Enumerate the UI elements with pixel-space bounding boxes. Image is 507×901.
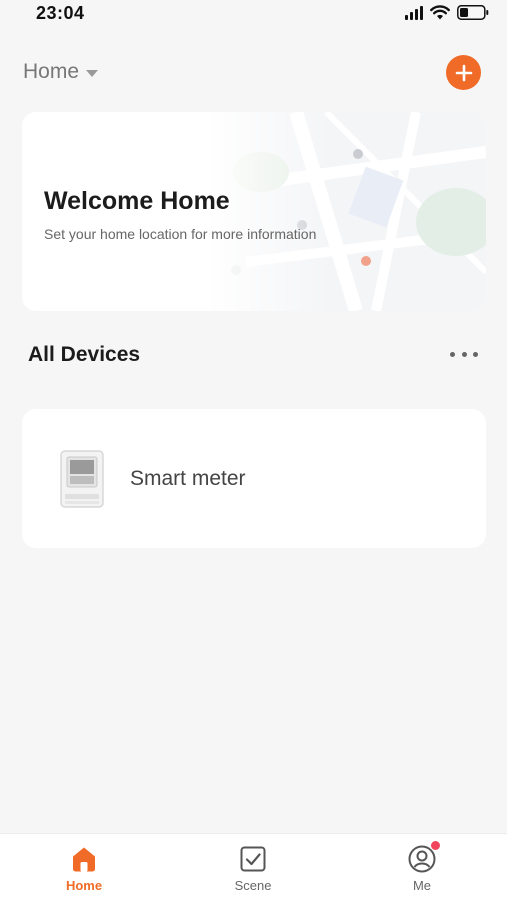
bottom-tab-bar: Home Scene Me [0, 833, 507, 901]
header: Home [0, 52, 507, 96]
smart-meter-icon [60, 450, 104, 508]
welcome-title: Welcome Home [44, 187, 230, 215]
status-icons [405, 5, 489, 20]
home-selector[interactable]: Home [23, 60, 99, 84]
signal-icon [405, 5, 423, 20]
profile-icon [407, 841, 440, 874]
status-bar: 23:04 [0, 0, 507, 32]
add-device-button[interactable] [446, 55, 481, 90]
plus-icon [455, 64, 472, 81]
status-time: 23:04 [36, 3, 85, 23]
tab-me[interactable]: Me [382, 841, 462, 893]
device-name: Smart meter [130, 467, 246, 490]
caret-down-icon [86, 69, 99, 77]
tab-home-label: Home [65, 878, 103, 893]
home-selector-label: Home [23, 60, 80, 83]
battery-icon [457, 5, 489, 20]
more-dots-icon[interactable] [450, 344, 478, 364]
device-card-smart-meter[interactable]: Smart meter [22, 409, 486, 548]
scene-check-icon [240, 846, 266, 872]
tab-home[interactable]: Home [44, 844, 124, 893]
notification-dot [431, 841, 440, 850]
tab-scene-label: Scene [234, 878, 272, 893]
all-devices-title: All Devices [28, 343, 141, 366]
home-icon [73, 847, 95, 872]
tab-me-label: Me [412, 878, 432, 893]
map-background [206, 112, 486, 311]
welcome-subtitle: Set your home location for more informat… [44, 226, 317, 242]
tab-scene[interactable]: Scene [213, 844, 293, 893]
welcome-card[interactable]: Welcome Home Set your home location for … [22, 112, 486, 311]
wifi-icon [430, 5, 450, 20]
